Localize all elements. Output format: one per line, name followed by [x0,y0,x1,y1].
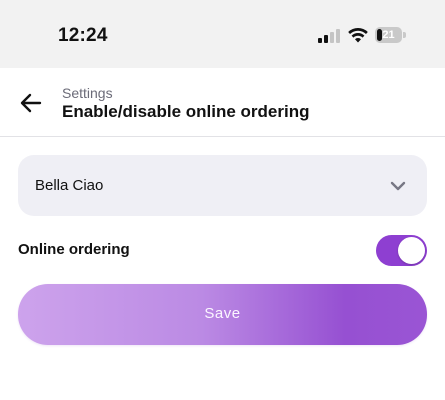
restaurant-select-value: Bella Ciao [35,177,104,194]
battery-cap [403,32,406,38]
wifi-icon [348,27,368,43]
save-button[interactable]: Save [18,284,427,345]
breadcrumb[interactable]: Settings [62,85,113,101]
toggle-knob [398,237,425,264]
cellular-signal-icon [318,29,340,43]
arrow-left-icon [20,93,42,113]
restaurant-select[interactable]: Bella Ciao [18,155,427,216]
status-time: 12:24 [58,25,108,46]
app-header: Settings Enable/disable online ordering [0,68,445,137]
battery-icon: 21 [375,27,407,43]
page-title: Enable/disable online ordering [62,102,310,121]
battery-level: 21 [382,29,395,41]
chevron-down-icon [390,181,406,191]
status-bar: 12:24 21 [0,0,445,68]
online-ordering-label: Online ordering [18,241,130,258]
back-button[interactable] [16,88,46,118]
save-button-label: Save [204,305,241,322]
online-ordering-toggle[interactable] [376,235,427,266]
